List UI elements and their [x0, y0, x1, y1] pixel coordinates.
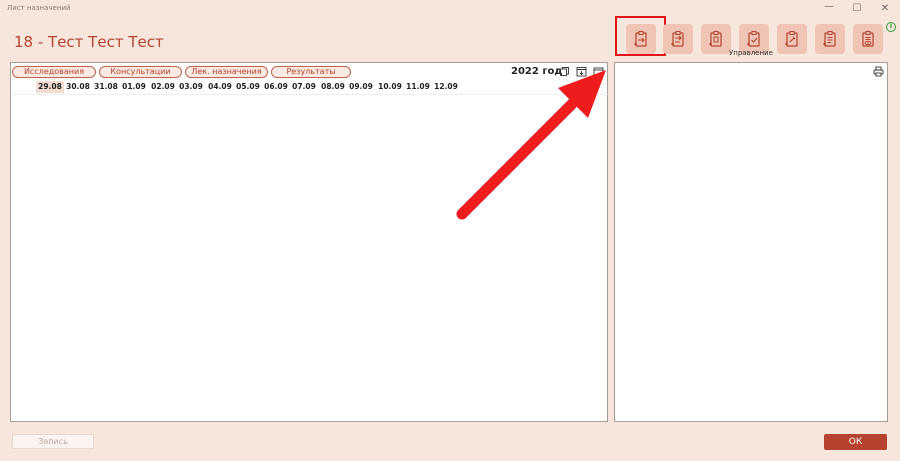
- date-cell[interactable]: 05.09: [234, 81, 262, 93]
- details-panel: [614, 62, 888, 422]
- date-cell[interactable]: 08.09: [319, 81, 347, 93]
- assignments-panel: Исследования Консультации Лек. назначени…: [10, 62, 608, 422]
- date-cell[interactable]: 02.09: [149, 81, 177, 93]
- date-cell[interactable]: 01.09: [120, 81, 148, 93]
- clipboard-view-icon: [862, 31, 874, 47]
- tab-medications[interactable]: Лек. назначения: [185, 66, 268, 78]
- date-cell[interactable]: 30.08: [64, 81, 92, 93]
- toolbar-label: Управление: [729, 49, 773, 57]
- window-icon[interactable]: [593, 66, 604, 77]
- patient-title: 18 - Тест Тест Тест: [14, 33, 164, 51]
- minimize-button[interactable]: —: [822, 0, 836, 14]
- date-cell[interactable]: 06.09: [262, 81, 290, 93]
- toolbar-button-3[interactable]: [701, 24, 731, 54]
- clipboard-plus-icon: [709, 31, 722, 47]
- clipboard-arrow-in-icon: [634, 31, 647, 47]
- divider: [12, 94, 608, 95]
- date-cell[interactable]: 04.09: [206, 81, 234, 93]
- clipboard-check-icon: [747, 31, 760, 47]
- tab-research[interactable]: Исследования: [12, 66, 96, 78]
- save-button[interactable]: Запись: [12, 434, 94, 449]
- toolbar-button-7[interactable]: [853, 24, 883, 54]
- date-cell[interactable]: 12.09: [432, 81, 460, 93]
- tab-results[interactable]: Результаты: [271, 66, 351, 78]
- clipboard-arrow-out-icon: [671, 31, 684, 47]
- date-cell[interactable]: 09.09: [347, 81, 375, 93]
- print-icon[interactable]: [873, 66, 884, 77]
- copy-icon[interactable]: [559, 66, 570, 77]
- toolbar-button-2[interactable]: [663, 24, 693, 54]
- date-cell[interactable]: 11.09: [404, 81, 432, 93]
- year-label: 2022 год: [511, 66, 563, 77]
- date-cell[interactable]: 07.09: [290, 81, 318, 93]
- date-cell[interactable]: 29.08: [36, 81, 64, 93]
- toolbar-button-5[interactable]: [777, 24, 807, 54]
- date-cell[interactable]: 03.09: [177, 81, 205, 93]
- date-cell[interactable]: 10.09: [376, 81, 404, 93]
- toolbar-button-6[interactable]: [815, 24, 845, 54]
- maximize-button[interactable]: ☐: [850, 2, 864, 16]
- ok-button[interactable]: ОК: [824, 434, 887, 450]
- clipboard-edit-icon: [785, 31, 798, 47]
- toolbar-button-1[interactable]: [626, 24, 656, 54]
- calendar-download-icon[interactable]: [576, 66, 587, 77]
- info-icon[interactable]: i: [886, 22, 896, 32]
- close-button[interactable]: ✕: [878, 2, 892, 16]
- window-titlebar: Лист назначений — ☐ ✕: [0, 0, 900, 20]
- window-title: Лист назначений: [7, 4, 71, 12]
- date-cell[interactable]: 31.08: [92, 81, 120, 93]
- clipboard-list-icon: [823, 31, 836, 47]
- tab-consultations[interactable]: Консультации: [99, 66, 182, 78]
